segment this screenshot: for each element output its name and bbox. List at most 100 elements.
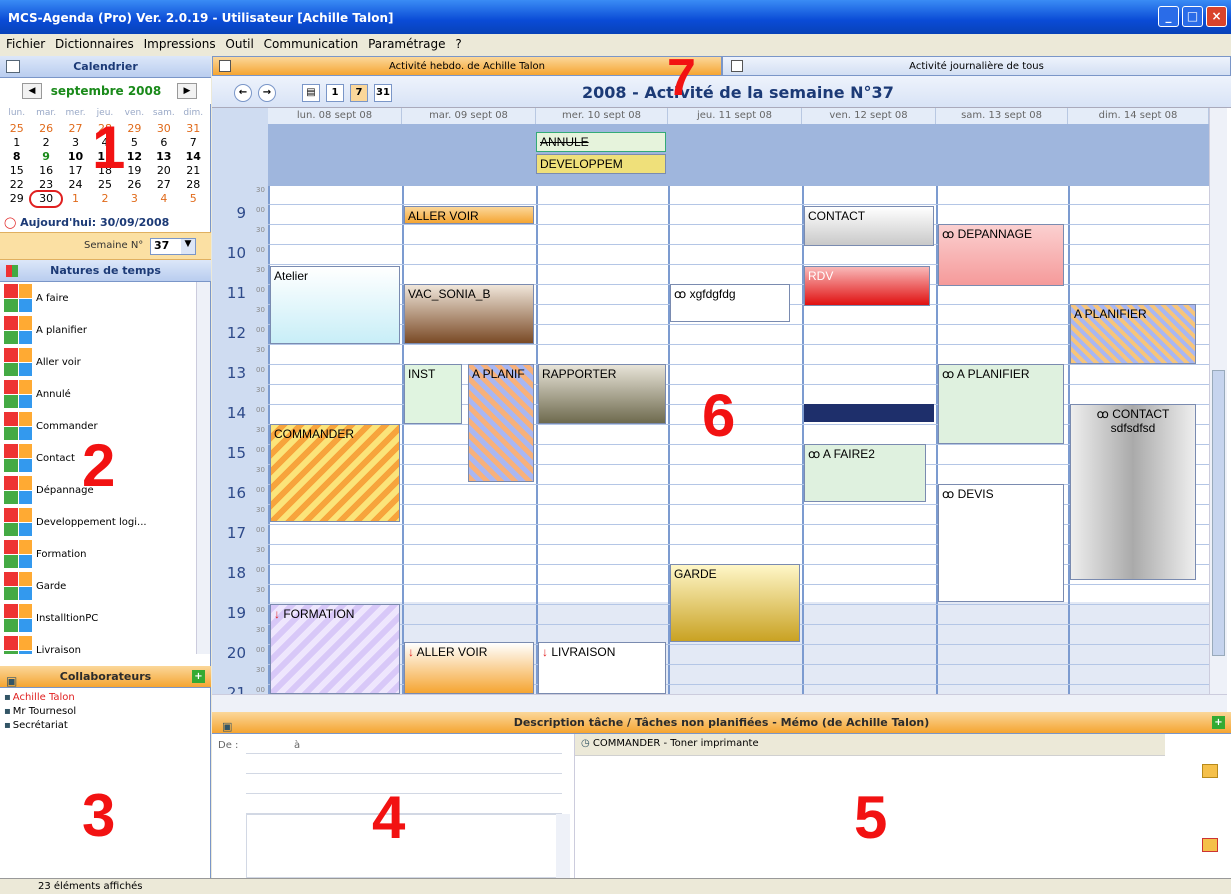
calendar-day[interactable]: 17 xyxy=(61,164,90,178)
calendar-day[interactable]: 21 xyxy=(179,164,208,178)
calendar-day[interactable]: 16 xyxy=(31,164,60,178)
calendar-day-today[interactable]: 30 xyxy=(29,190,63,208)
event-block[interactable]: A PLANIF xyxy=(468,364,534,482)
prev-month-button[interactable]: ◀ xyxy=(22,83,42,99)
event-block[interactable]: COMMANDER xyxy=(270,424,400,522)
menu-help[interactable]: ? xyxy=(455,37,461,51)
date-from-field[interactable] xyxy=(246,734,562,754)
event-block[interactable]: GARDE xyxy=(670,564,800,642)
forward-icon[interactable]: → xyxy=(258,84,276,102)
tab-weekly-activity[interactable]: Activité hebdo. de Achille Talon xyxy=(212,56,722,76)
nature-item[interactable]: Aller voir xyxy=(0,346,196,378)
nature-item[interactable]: A planifier xyxy=(0,314,196,346)
tab-daily-activity[interactable]: Activité journalière de tous xyxy=(722,56,1231,76)
calendar-day[interactable]: 3 xyxy=(61,136,90,150)
calendar-day[interactable]: 13 xyxy=(149,150,178,164)
calendar-day[interactable]: 4 xyxy=(149,192,178,206)
scroll-thumb[interactable] xyxy=(1212,370,1225,656)
collaborator-item[interactable]: ▪ Secrétariat xyxy=(0,718,210,732)
day-header[interactable]: ven. 12 sept 08 xyxy=(802,108,936,124)
nature-item[interactable]: Annulé xyxy=(0,378,196,410)
month-view-icon[interactable]: 31 xyxy=(374,84,392,102)
add-collaborator-icon[interactable]: + xyxy=(192,670,205,683)
calendar-day[interactable]: 9 xyxy=(31,150,60,164)
folder-icon[interactable] xyxy=(1202,764,1218,778)
calendar-day[interactable]: 23 xyxy=(31,178,60,192)
horizontal-scrollbar[interactable] xyxy=(212,694,1227,712)
calendar-day[interactable]: 2 xyxy=(31,136,60,150)
week-number-select[interactable]: 37 ▼ xyxy=(150,238,196,255)
calendar-day[interactable]: 10 xyxy=(61,150,90,164)
week-view-icon[interactable]: 7 xyxy=(350,84,368,102)
nature-item[interactable]: Garde xyxy=(0,570,196,602)
nature-item[interactable]: Developpement logi... xyxy=(0,506,196,538)
event-block[interactable]: CONTACT xyxy=(804,206,934,246)
allday-event[interactable]: ANNULE xyxy=(536,132,666,152)
collaborator-item[interactable]: ▪ Achille Talon xyxy=(0,690,210,704)
calendar-day[interactable]: 15 xyxy=(2,164,31,178)
event-block[interactable]: INST xyxy=(404,364,462,424)
menu-fichier[interactable]: Fichier xyxy=(6,37,45,51)
calendar-day[interactable]: 29 xyxy=(2,192,31,206)
maximize-button[interactable]: □ xyxy=(1182,6,1203,27)
event-block[interactable] xyxy=(804,404,934,422)
event-block[interactable]: ꝏ DEPANNAGE xyxy=(938,224,1064,286)
vertical-scrollbar[interactable] xyxy=(1209,108,1227,694)
natures-scrollbar[interactable] xyxy=(196,282,210,654)
day-header[interactable]: sam. 13 sept 08 xyxy=(936,108,1068,124)
event-block[interactable]: RAPPORTER xyxy=(538,364,666,424)
task-row[interactable]: ◷ COMMANDER - Toner imprimante xyxy=(575,734,1165,756)
event-block[interactable]: Atelier xyxy=(270,266,400,344)
event-block[interactable]: ꝏ CONTACT sdfsdfsd xyxy=(1070,404,1196,580)
calendar-day[interactable]: 26 xyxy=(31,122,60,136)
event-block[interactable]: ꝏ DEVIS xyxy=(938,484,1064,602)
calendar-day[interactable]: 1 xyxy=(61,192,90,206)
day-header[interactable]: dim. 14 sept 08 xyxy=(1068,108,1209,124)
calendar-day[interactable]: 30 xyxy=(149,122,178,136)
menu-impressions[interactable]: Impressions xyxy=(144,37,216,51)
day-header[interactable]: jeu. 11 sept 08 xyxy=(668,108,802,124)
calendar-day[interactable]: 31 xyxy=(179,122,208,136)
menu-parametrage[interactable]: Paramétrage xyxy=(368,37,445,51)
calendar-day[interactable]: 8 xyxy=(2,150,31,164)
event-block[interactable]: VAC_SONIA_B xyxy=(404,284,534,344)
next-month-button[interactable]: ▶ xyxy=(177,83,197,99)
calendar-day[interactable]: 25 xyxy=(2,122,31,136)
menu-communication[interactable]: Communication xyxy=(264,37,359,51)
nature-item[interactable]: InstalltionPC xyxy=(0,602,196,634)
menu-outil[interactable]: Outil xyxy=(225,37,253,51)
print-icon[interactable]: ▤ xyxy=(302,84,320,102)
event-block[interactable]: ↓ FORMATION xyxy=(270,604,400,694)
calendar-day[interactable]: 27 xyxy=(61,122,90,136)
description-scrollbar[interactable] xyxy=(556,814,570,878)
today-link[interactable]: ◯ Aujourd'hui: 30/09/2008 xyxy=(4,216,208,229)
nature-item[interactable]: Livraison xyxy=(0,634,196,654)
event-block[interactable]: ALLER VOIR xyxy=(404,206,534,224)
allday-event[interactable]: DEVELOPPEM xyxy=(536,154,666,174)
delete-folder-icon[interactable] xyxy=(1202,838,1218,852)
calendar-day[interactable]: 24 xyxy=(61,178,90,192)
calendar-day[interactable]: 5 xyxy=(179,192,208,206)
nature-item[interactable]: A faire xyxy=(0,282,196,314)
event-block[interactable]: ꝏ xgfdgfdg xyxy=(670,284,790,322)
nature-item[interactable]: Formation xyxy=(0,538,196,570)
calendar-day[interactable]: 3 xyxy=(120,192,149,206)
add-task-icon[interactable]: + xyxy=(1212,716,1225,729)
close-button[interactable]: × xyxy=(1206,6,1227,27)
chevron-down-icon[interactable]: ▼ xyxy=(181,239,195,254)
menu-dictionnaires[interactable]: Dictionnaires xyxy=(55,37,134,51)
day-view-icon[interactable]: 1 xyxy=(326,84,344,102)
calendar-day[interactable]: 14 xyxy=(179,150,208,164)
calendar-day[interactable]: 20 xyxy=(149,164,178,178)
day-header[interactable]: mer. 10 sept 08 xyxy=(536,108,668,124)
event-block[interactable]: ꝏ A PLANIFIER xyxy=(938,364,1064,444)
description-textarea[interactable] xyxy=(246,814,570,878)
event-block[interactable]: ꝏ A FAIRE2 xyxy=(804,444,926,502)
day-header[interactable]: mar. 09 sept 08 xyxy=(402,108,536,124)
calendar-day[interactable]: 28 xyxy=(179,178,208,192)
collaborator-item[interactable]: ▪ Mr Tournesol xyxy=(0,704,210,718)
event-block[interactable]: ↓ LIVRAISON xyxy=(538,642,666,694)
event-block[interactable]: RDV xyxy=(804,266,930,306)
calendar-day[interactable]: 2 xyxy=(90,192,119,206)
day-header[interactable]: lun. 08 sept 08 xyxy=(268,108,402,124)
